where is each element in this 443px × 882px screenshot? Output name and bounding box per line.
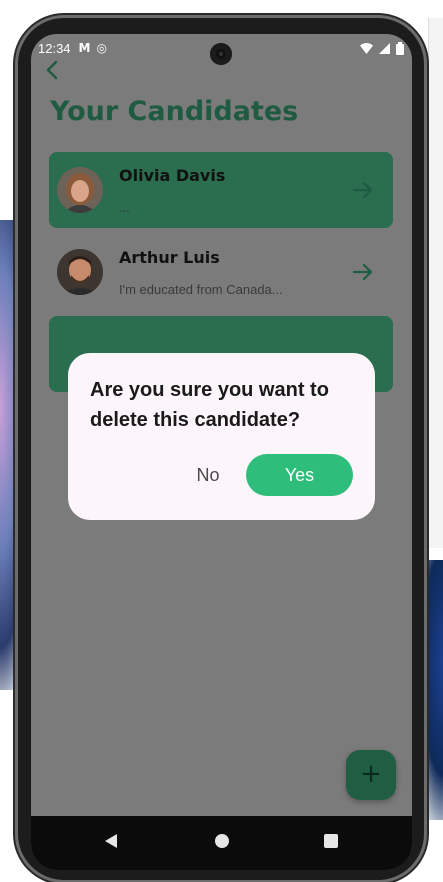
avatar	[57, 167, 103, 213]
no-button[interactable]: No	[182, 455, 234, 495]
nav-recents-icon[interactable]	[323, 833, 339, 849]
yes-button[interactable]: Yes	[246, 454, 353, 496]
add-candidate-button[interactable]: +	[346, 750, 396, 800]
page-title: Your Candidates	[50, 96, 299, 127]
sync-icon: ◎	[96, 41, 107, 55]
status-time: 12:34	[38, 40, 71, 56]
navigation-bar	[31, 816, 412, 870]
candidate-name: Arthur Luis	[119, 248, 220, 267]
candidate-name: Olivia Davis	[119, 166, 226, 185]
candidate-snippet: ...	[119, 200, 130, 215]
dialog-message: Are you sure you want to delete this can…	[90, 379, 329, 431]
candidate-card[interactable]: Olivia Davis ...	[49, 152, 393, 228]
nav-home-icon[interactable]	[214, 833, 230, 849]
avatar	[57, 249, 103, 295]
candidate-snippet: I'm educated from Canada...	[119, 282, 283, 297]
back-arrow-icon[interactable]	[41, 58, 65, 82]
front-camera	[210, 43, 232, 65]
confirm-delete-dialog: Are you sure you want to delete this can…	[68, 353, 375, 520]
arrow-right-icon[interactable]	[351, 260, 375, 284]
nav-back-icon[interactable]	[103, 833, 119, 849]
wifi-icon	[360, 42, 373, 54]
arrow-right-icon[interactable]	[351, 178, 375, 202]
phone-screen: 12:34 M ◎ Your Candidates Olivia Davis .…	[31, 34, 412, 870]
plus-icon: +	[360, 759, 382, 789]
gmail-icon: M	[78, 41, 91, 55]
signal-icon	[379, 42, 390, 54]
candidate-card[interactable]: Arthur Luis I'm educated from Canada...	[49, 234, 393, 310]
desktop-side-panel	[428, 18, 443, 548]
battery-icon	[396, 41, 404, 55]
